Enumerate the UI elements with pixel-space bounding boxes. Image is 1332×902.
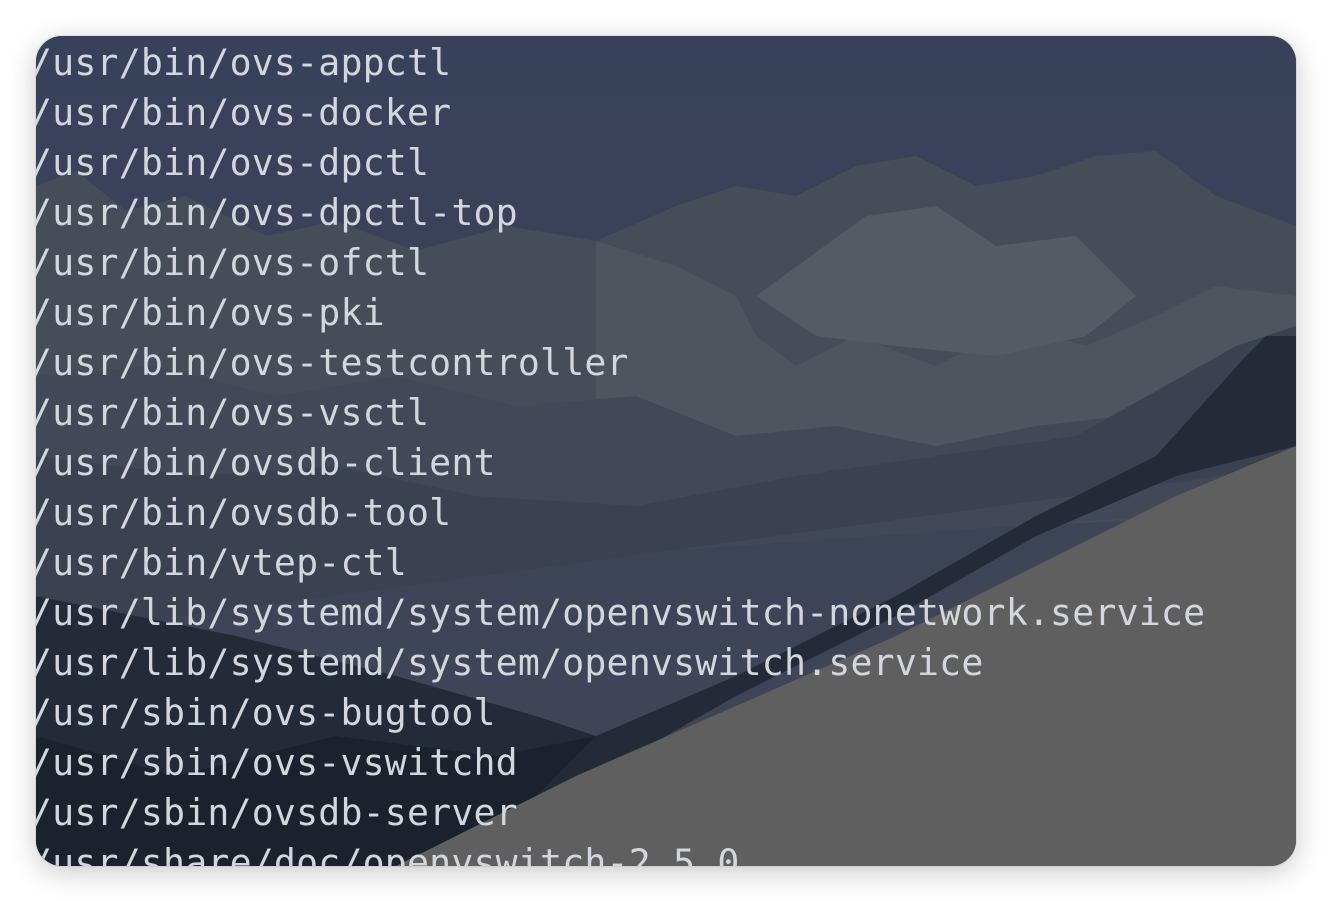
- output-line: /usr/bin/ovs-testcontroller: [36, 341, 629, 384]
- output-line: /usr/bin/ovs-dpctl-top: [36, 191, 518, 234]
- terminal-output[interactable]: /usr/bin/ovs-appctl /usr/bin/ovs-docker …: [36, 36, 1296, 866]
- output-line: /usr/share/doc/openvswitch-2.5.0: [36, 841, 740, 866]
- output-line: /usr/bin/ovs-docker: [36, 91, 452, 134]
- output-line: /usr/bin/ovs-dpctl: [36, 141, 430, 184]
- terminal-window[interactable]: /usr/bin/ovs-appctl /usr/bin/ovs-docker …: [36, 36, 1296, 866]
- output-line: /usr/lib/systemd/system/openvswitch-none…: [36, 591, 1206, 634]
- output-line: /usr/bin/ovs-pki: [36, 291, 385, 334]
- output-line: /usr/bin/ovsdb-tool: [36, 491, 452, 534]
- output-line: /usr/bin/vtep-ctl: [36, 541, 407, 584]
- output-line: /usr/sbin/ovs-vswitchd: [36, 741, 518, 784]
- output-line: /usr/bin/ovs-vsctl: [36, 391, 430, 434]
- output-line: /usr/sbin/ovsdb-server: [36, 791, 518, 834]
- output-line: /usr/bin/ovs-appctl: [36, 41, 452, 84]
- output-line: /usr/bin/ovs-ofctl: [36, 241, 430, 284]
- output-line: /usr/bin/ovsdb-client: [36, 441, 496, 484]
- output-line: /usr/sbin/ovs-bugtool: [36, 691, 496, 734]
- output-line: /usr/lib/systemd/system/openvswitch.serv…: [36, 641, 984, 684]
